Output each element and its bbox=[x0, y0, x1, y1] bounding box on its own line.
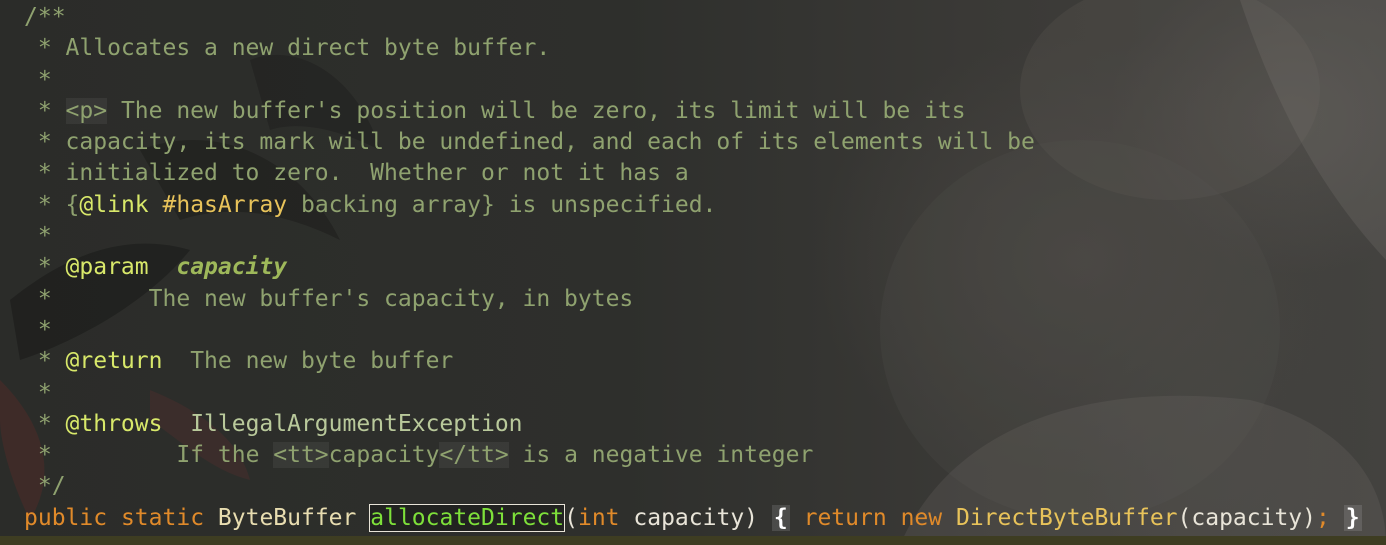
link-tag: @link bbox=[79, 191, 149, 218]
javadoc-summary-line: * Allocates a new direct byte buffer. bbox=[24, 35, 551, 62]
keyword-new: new bbox=[900, 504, 943, 531]
javadoc-line-open: /** bbox=[24, 4, 66, 30]
param-identifier: capacity bbox=[633, 504, 745, 531]
method-declaration-line[interactable]: public static ByteBuffer allocateDirect(… bbox=[24, 503, 1362, 534]
code-editor[interactable]: /** * Allocates a new direct byte buffer… bbox=[24, 2, 1362, 534]
return-type: ByteBuffer bbox=[217, 504, 357, 531]
constructor-name: DirectByteBuffer bbox=[955, 504, 1178, 531]
keyword-static: static bbox=[120, 504, 205, 531]
javadoc-summary: Allocates a new direct byte buffer. bbox=[65, 35, 551, 62]
param-type: int bbox=[577, 504, 620, 531]
param-name: capacity bbox=[176, 254, 288, 281]
javadoc-throws-desc-line: * If the <tt>capacity</tt> is a negative… bbox=[24, 442, 814, 469]
javadoc-link-line: * {@link #hasArray backing array} is uns… bbox=[24, 191, 717, 218]
return-description: The new byte buffer bbox=[190, 348, 454, 375]
javadoc-throws-line: * @throws IllegalArgumentException bbox=[24, 410, 523, 437]
html-p-tag: <p> bbox=[65, 97, 108, 124]
javadoc-line-close: */ bbox=[37, 473, 66, 500]
param-description: The new buffer's capacity, in bytes bbox=[148, 285, 634, 312]
editor-bottom-strip bbox=[0, 536, 1386, 545]
javadoc-return-line: * @return The new byte buffer bbox=[24, 348, 454, 375]
javadoc-empty-line: * bbox=[24, 223, 52, 250]
html-tt-open-tag: <tt> bbox=[273, 442, 329, 469]
keyword-return: return bbox=[803, 504, 887, 531]
javadoc-empty-line: * bbox=[24, 379, 52, 406]
javadoc-empty-line: * bbox=[24, 66, 52, 93]
javadoc-para-line-2: * capacity, its mark will be undefined, … bbox=[24, 129, 1035, 156]
javadoc-empty-line: * bbox=[24, 316, 52, 343]
html-tt-close-tag: </tt> bbox=[439, 442, 509, 469]
return-tag: @return bbox=[65, 348, 163, 375]
exception-type: IllegalArgumentException bbox=[190, 410, 523, 437]
link-target: #hasArray bbox=[162, 191, 288, 218]
throws-tag: @throws bbox=[65, 410, 163, 437]
javadoc-para-line-3: * initialized to zero. Whether or not it… bbox=[24, 160, 689, 187]
open-brace: { bbox=[771, 504, 790, 531]
javadoc-para-line-1: * <p> The new buffer's position will be … bbox=[24, 97, 966, 124]
close-brace: } bbox=[1343, 504, 1362, 531]
keyword-public: public bbox=[24, 504, 108, 531]
javadoc-param-line: * @param capacity bbox=[24, 254, 288, 281]
semicolon: ; bbox=[1316, 504, 1330, 531]
param-tag: @param bbox=[65, 254, 149, 281]
method-name-selected[interactable]: allocateDirect bbox=[369, 503, 566, 532]
javadoc-param-desc-line: * The new buffer's capacity, in bytes bbox=[24, 285, 634, 312]
